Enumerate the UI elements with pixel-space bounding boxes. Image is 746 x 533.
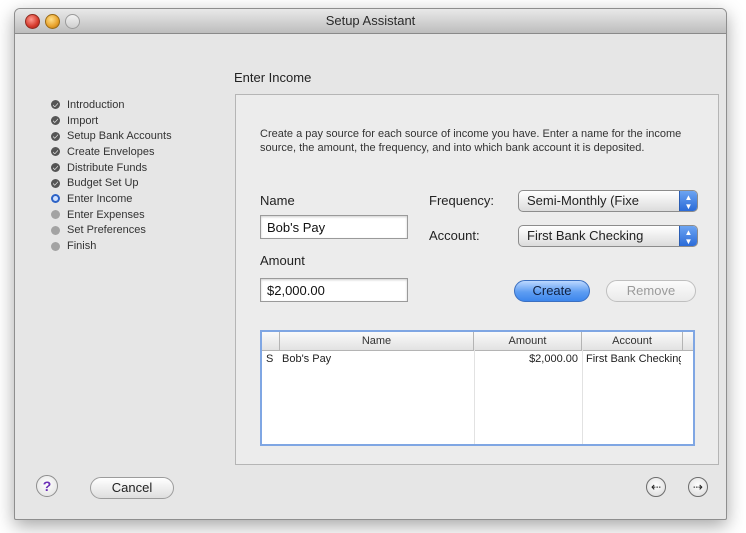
name-label: Name — [260, 193, 295, 208]
step-complete-icon — [51, 131, 60, 141]
row-name: Bob's Pay — [282, 353, 332, 365]
forward-arrow-icon[interactable]: ⇢ — [688, 477, 708, 497]
step-pending-icon — [51, 225, 60, 235]
step-complete-icon — [51, 100, 60, 110]
step-label: Setup Bank Accounts — [67, 130, 172, 143]
row-account: First Bank Checking — [586, 353, 681, 365]
step-item: Enter Expenses — [51, 207, 172, 223]
step-label: Enter Income — [67, 192, 133, 205]
column-header-amount[interactable]: Amount — [474, 332, 582, 350]
table-row[interactable]: S Bob's Pay $2,000.00 First Bank Checkin… — [262, 351, 693, 367]
account-popup[interactable]: First Bank Checking ▲ ▼ — [518, 225, 698, 247]
frequency-value: Semi-Monthly (Fixe — [527, 193, 639, 208]
step-label: Distribute Funds — [67, 161, 148, 174]
table-header: Name Amount Account — [262, 332, 693, 351]
frequency-popup[interactable]: Semi-Monthly (Fixe ▲ ▼ — [518, 190, 698, 212]
row-marker: S — [266, 353, 274, 365]
step-label: Import — [67, 114, 99, 127]
step-item: Budget Set Up — [51, 175, 172, 191]
step-label: Enter Expenses — [67, 208, 145, 221]
step-pending-icon — [51, 210, 60, 220]
step-item: Introduction — [51, 97, 172, 113]
help-icon[interactable]: ? — [36, 475, 58, 497]
create-button[interactable]: Create — [514, 280, 590, 302]
step-label: Set Preferences — [67, 224, 146, 237]
income-table[interactable]: Name Amount Account S Bob's Pay $2,000.0… — [260, 330, 695, 446]
cancel-button[interactable]: Cancel — [90, 477, 174, 499]
step-complete-icon — [51, 147, 60, 157]
step-label: Finish — [67, 240, 97, 253]
popup-arrows-icon: ▲ ▼ — [679, 191, 697, 211]
popup-arrows-icon: ▲ ▼ — [679, 226, 697, 246]
step-label: Create Envelopes — [67, 145, 155, 158]
step-item: Distribute Funds — [51, 160, 172, 176]
step-item: Finish — [51, 238, 172, 254]
step-item: Setup Bank Accounts — [51, 128, 172, 144]
instructions-text: Create a pay source for each source of i… — [260, 128, 682, 154]
step-current-icon — [51, 194, 60, 204]
frequency-label: Frequency: — [429, 193, 495, 208]
setup-assistant-window: Setup Assistant Introduction Import Setu… — [14, 8, 727, 520]
step-complete-icon — [51, 116, 60, 126]
remove-button[interactable]: Remove — [606, 280, 696, 302]
section-title: Enter Income — [234, 70, 312, 85]
step-complete-icon — [51, 178, 60, 188]
step-item: Create Envelopes — [51, 144, 172, 160]
row-amount: $2,000.00 — [529, 353, 578, 365]
step-label: Introduction — [67, 98, 125, 111]
back-arrow-icon[interactable]: ⇠ — [646, 477, 666, 497]
name-field[interactable]: Bob's Pay — [260, 215, 408, 239]
title-bar: Setup Assistant — [15, 9, 726, 34]
step-item: Import — [51, 113, 172, 129]
amount-label: Amount — [260, 253, 305, 268]
account-value: First Bank Checking — [527, 228, 644, 243]
step-item-current: Enter Income — [51, 191, 172, 207]
amount-field[interactable]: $2,000.00 — [260, 278, 408, 302]
step-pending-icon — [51, 241, 60, 251]
step-label: Budget Set Up — [67, 177, 139, 190]
step-item: Set Preferences — [51, 223, 172, 239]
column-header-marker[interactable] — [262, 332, 280, 350]
window-title: Setup Assistant — [325, 13, 416, 28]
income-panel: Create a pay source for each source of i… — [235, 94, 719, 465]
column-header-name[interactable]: Name — [280, 332, 474, 350]
steps-list: Introduction Import Setup Bank Accounts … — [51, 97, 172, 254]
account-label: Account: — [429, 228, 480, 243]
step-complete-icon — [51, 163, 60, 173]
column-header-account[interactable]: Account — [582, 332, 683, 350]
